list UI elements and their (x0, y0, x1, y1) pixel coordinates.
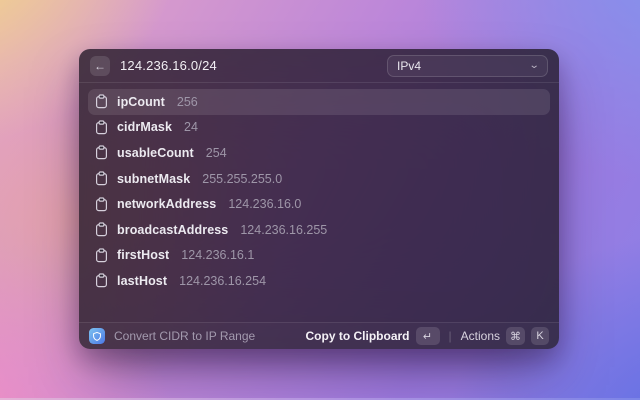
row-value: 124.236.16.255 (240, 223, 327, 237)
raycast-window: ← 124.236.16.0/24 IPv4 ⌄ ipCount 256 cid… (79, 49, 559, 349)
shield-app-icon (89, 328, 105, 344)
command-name: Convert CIDR to IP Range (114, 329, 255, 343)
list-item-firsthost[interactable]: firstHost 124.236.16.1 (88, 243, 550, 269)
clipboard-icon (95, 145, 108, 160)
dropdown-selected-value: IPv4 (397, 59, 421, 73)
action-bar: Convert CIDR to IP Range Copy to Clipboa… (79, 322, 559, 349)
clipboard-icon (95, 222, 108, 237)
list-item-usablecount[interactable]: usableCount 254 (88, 140, 550, 166)
clipboard-icon (95, 171, 108, 186)
results-list: ipCount 256 cidrMask 24 usableCount 254 … (79, 83, 559, 294)
row-label: firstHost (117, 248, 169, 262)
window-header: ← 124.236.16.0/24 IPv4 ⌄ (79, 49, 559, 83)
row-label: ipCount (117, 95, 165, 109)
row-label: subnetMask (117, 172, 190, 186)
clipboard-icon (95, 248, 108, 263)
return-key-badge: ↵ (416, 327, 440, 345)
clipboard-icon (95, 273, 108, 288)
footer-divider: | (449, 329, 452, 343)
row-value: 24 (184, 120, 198, 134)
chevron-down-icon: ⌄ (528, 60, 539, 71)
row-label: cidrMask (117, 120, 172, 134)
row-value: 254 (206, 146, 227, 160)
footer-actions: Copy to Clipboard ↵ | Actions ⌘ K (306, 327, 549, 345)
ip-version-dropdown[interactable]: IPv4 ⌄ (387, 55, 548, 77)
row-label: lastHost (117, 274, 167, 288)
clipboard-icon (95, 120, 108, 135)
k-key-badge: K (531, 327, 549, 345)
row-value: 255.255.255.0 (202, 172, 282, 186)
clipboard-icon (95, 197, 108, 212)
list-item-ipcount[interactable]: ipCount 256 (88, 89, 550, 115)
row-value: 256 (177, 95, 198, 109)
command-key-badge: ⌘ (506, 327, 525, 345)
row-value: 124.236.16.1 (181, 248, 254, 262)
list-item-networkaddress[interactable]: networkAddress 124.236.16.0 (88, 191, 550, 217)
row-label: networkAddress (117, 197, 216, 211)
row-label: usableCount (117, 146, 194, 160)
arrow-left-icon: ← (94, 60, 106, 72)
row-label: broadcastAddress (117, 223, 228, 237)
query-title: 124.236.16.0/24 (120, 58, 217, 73)
back-button[interactable]: ← (90, 56, 110, 76)
clipboard-icon (95, 94, 108, 109)
actions-menu-button[interactable]: Actions (461, 329, 500, 343)
list-item-subnetmask[interactable]: subnetMask 255.255.255.0 (88, 166, 550, 192)
copy-to-clipboard-button[interactable]: Copy to Clipboard (306, 329, 410, 343)
row-value: 124.236.16.0 (228, 197, 301, 211)
list-item-lasthost[interactable]: lastHost 124.236.16.254 (88, 268, 550, 294)
list-item-broadcastaddress[interactable]: broadcastAddress 124.236.16.255 (88, 217, 550, 243)
list-item-cidrmask[interactable]: cidrMask 24 (88, 115, 550, 141)
row-value: 124.236.16.254 (179, 274, 266, 288)
